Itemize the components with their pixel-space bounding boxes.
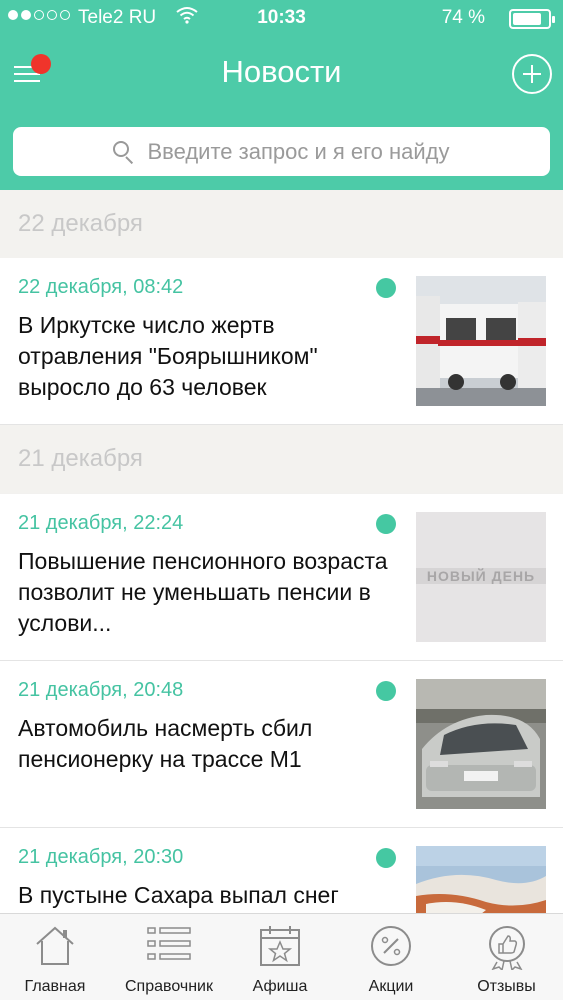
status-bar: Tele2 RU 10:33 74 % bbox=[0, 0, 563, 36]
tab-label: Афиша bbox=[252, 978, 308, 995]
tab-home[interactable]: Главная bbox=[0, 914, 110, 1000]
percent-icon bbox=[369, 924, 413, 973]
date-header: 21 декабря bbox=[0, 425, 563, 493]
news-thumbnail bbox=[416, 846, 546, 918]
news-thumbnail: НОВЫЙ ДЕНЬ bbox=[416, 512, 546, 642]
date-header: 22 декабря bbox=[0, 190, 563, 258]
tab-directory[interactable]: Справочник bbox=[110, 914, 228, 1000]
news-item[interactable]: 21 декабря, 20:30 В пустыне Сахара выпал… bbox=[0, 828, 563, 918]
news-time: 21 декабря, 22:24 bbox=[18, 512, 184, 534]
home-icon bbox=[33, 924, 77, 971]
battery-icon bbox=[509, 9, 555, 29]
tab-label: Главная bbox=[24, 978, 86, 995]
news-thumbnail bbox=[416, 679, 546, 809]
news-thumbnail bbox=[416, 276, 546, 406]
thumbs-up-badge-icon bbox=[485, 924, 529, 975]
tab-reviews[interactable]: Отзывы bbox=[450, 914, 563, 1000]
tab-events[interactable]: Афиша bbox=[228, 914, 332, 1000]
tab-label: Отзывы bbox=[477, 978, 536, 995]
news-headline: В Иркутске число жертв отравления "Бояры… bbox=[18, 312, 318, 400]
search-placeholder: Введите запрос и я его найду bbox=[147, 138, 450, 164]
thumbnail-logo-text: НОВЫЙ ДЕНЬ bbox=[427, 567, 535, 584]
news-time: 21 декабря, 20:48 bbox=[18, 679, 184, 701]
unread-dot bbox=[376, 681, 396, 701]
unread-dot bbox=[376, 514, 396, 534]
news-headline: Автомобиль насмерть сбил пенсионерку на … bbox=[18, 715, 313, 772]
tab-bar: Главная Справочник Афиша Акции Отзывы bbox=[0, 913, 563, 1000]
tab-label: Справочник bbox=[125, 978, 213, 995]
news-headline: Повышение пенсионного возраста позволит … bbox=[18, 548, 388, 636]
news-time: 21 декабря, 20:30 bbox=[18, 846, 184, 868]
battery-percent: 74 % bbox=[441, 7, 485, 28]
search-input[interactable]: Введите запрос и я его найду bbox=[13, 127, 550, 176]
news-headline: В пустыне Сахара выпал снег bbox=[18, 882, 339, 908]
app-header: Tele2 RU 10:33 74 % Новости Введите запр… bbox=[0, 0, 563, 190]
news-item[interactable]: 21 декабря, 22:24 Повышение пенсионного … bbox=[0, 494, 563, 661]
tab-promotions[interactable]: Акции bbox=[332, 914, 450, 1000]
list-icon bbox=[146, 924, 192, 969]
news-item[interactable]: 21 декабря, 20:48 Автомобиль насмерть сб… bbox=[0, 661, 563, 828]
add-button[interactable] bbox=[512, 54, 552, 94]
search-icon bbox=[113, 140, 135, 164]
unread-dot bbox=[376, 278, 396, 298]
tab-label: Акции bbox=[368, 978, 414, 995]
news-time: 22 декабря, 08:42 bbox=[18, 276, 184, 298]
unread-dot bbox=[376, 848, 396, 868]
page-title: Новости bbox=[221, 54, 342, 89]
news-item[interactable]: 22 декабря, 08:42 В Иркутске число жертв… bbox=[0, 258, 563, 425]
calendar-star-icon bbox=[258, 924, 302, 973]
